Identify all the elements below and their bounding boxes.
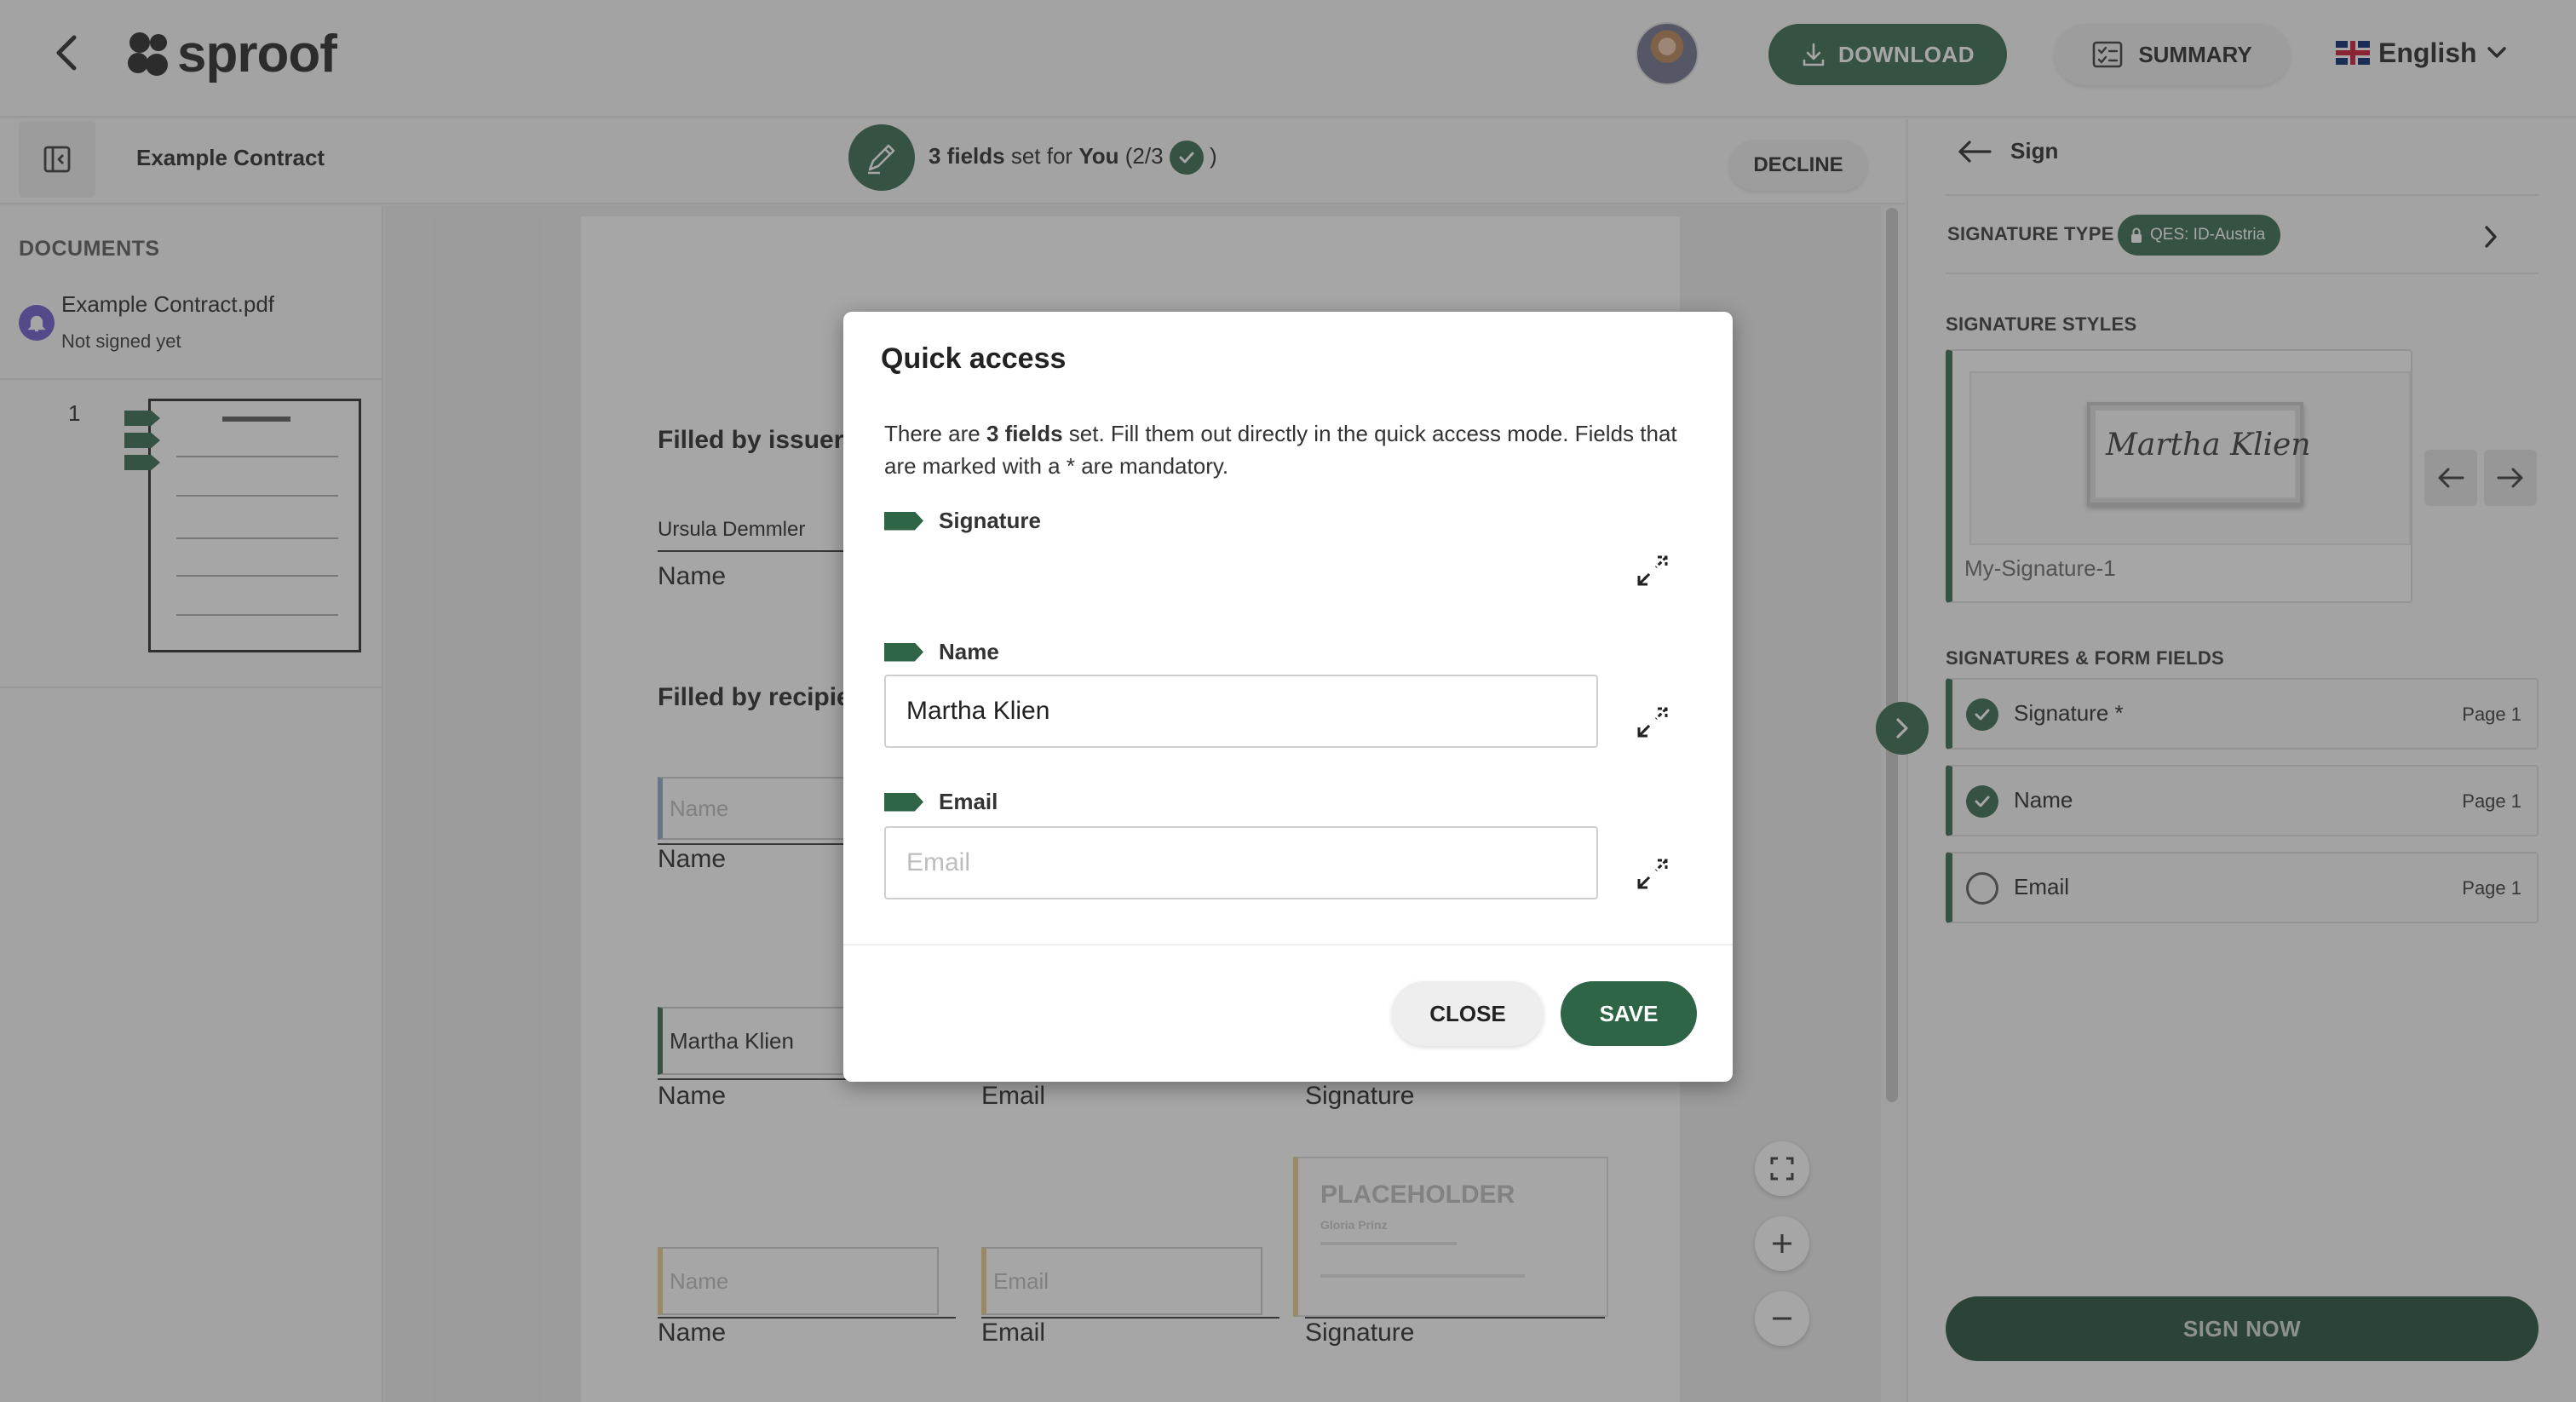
expand-email-field-button[interactable] [1632,853,1673,894]
signature-field-label: Signature [884,508,1041,534]
close-button[interactable]: CLOSE [1392,981,1544,1046]
email-field-label: Email [884,789,998,815]
field-tag-icon [884,511,923,531]
expand-icon [1637,555,1668,586]
name-field-label: Name [884,639,999,665]
quick-access-dialog: Quick access There are 3 fields set. Fil… [843,312,1733,1082]
expand-icon [1637,859,1668,889]
intro-fields-count: 3 fields [986,421,1063,446]
expand-signature-field-button[interactable] [1632,550,1673,591]
field-tag-icon [884,792,923,812]
dialog-intro: There are 3 fields set. Fill them out di… [884,417,1685,482]
save-button[interactable]: SAVE [1561,981,1697,1046]
email-field-label-text: Email [939,789,998,814]
intro-text-start: There are [884,421,986,446]
signature-field-label-text: Signature [939,508,1041,533]
name-field-label-text: Name [939,639,999,664]
expand-name-field-button[interactable] [1632,702,1673,743]
name-input[interactable]: Martha Klien [884,675,1598,748]
field-tag-icon [884,642,923,662]
dialog-title: Quick access [881,342,1067,375]
expand-icon [1637,707,1668,738]
email-input[interactable]: Email [884,826,1598,899]
